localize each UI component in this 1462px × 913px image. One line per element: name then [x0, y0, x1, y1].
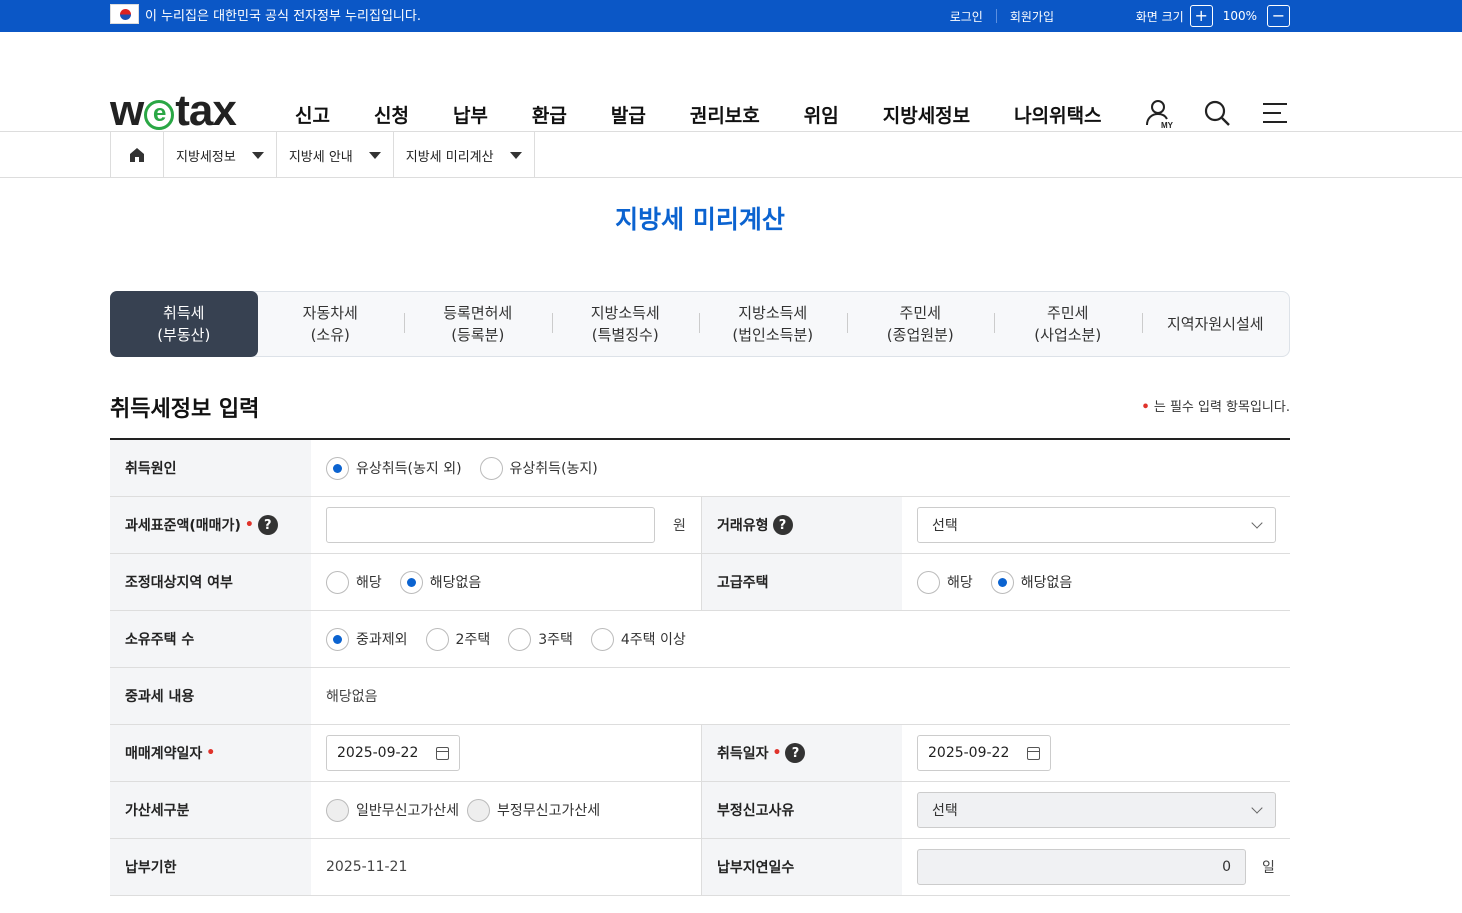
logo-e-icon: e — [144, 100, 175, 130]
breadcrumb: 지방세정보 지방세 안내 지방세 미리계산 — [110, 132, 535, 178]
login-link[interactable]: 로그인 — [937, 8, 996, 25]
tab-resident-employee[interactable]: 주민세 (종업원분) — [846, 292, 995, 356]
tab-local-income-withholding[interactable]: 지방소득세 (특별징수) — [551, 292, 700, 356]
breadcrumb-tax-calculator[interactable]: 지방세 미리계산 — [394, 132, 535, 178]
delay-label: 납부지연일수 — [701, 839, 902, 895]
caret-down-icon — [509, 151, 522, 159]
page-title: 지방세 미리계산 — [615, 205, 785, 234]
houses-radio-3[interactable]: 3주택 — [508, 627, 573, 651]
houses-radio-4plus[interactable]: 4주택 이상 — [590, 627, 686, 651]
nav-report[interactable]: 신고 — [295, 101, 330, 128]
help-icon[interactable]: ? — [772, 515, 793, 535]
signup-link[interactable]: 회원가입 — [997, 8, 1067, 25]
calendar-icon[interactable] — [1027, 746, 1040, 760]
nav-local-tax-info[interactable]: 지방세정보 — [883, 101, 970, 128]
zoom-in-button[interactable]: + — [1189, 5, 1213, 27]
home-icon[interactable] — [111, 132, 164, 178]
zoom-out-button[interactable]: − — [1267, 5, 1290, 27]
penalty-label: 가산세구분 — [110, 782, 311, 838]
main-nav: 신고 신청 납부 환급 발급 권리보호 위임 지방세정보 나의위택스 — [295, 101, 1146, 128]
caret-down-icon — [251, 151, 264, 159]
chevron-down-icon — [1251, 802, 1263, 814]
nav-issue[interactable]: 발급 — [611, 101, 646, 128]
penalty-radio-general[interactable]: 일반무신고가산세 — [326, 798, 459, 822]
houses-radio-2[interactable]: 2주택 — [425, 627, 490, 651]
calendar-icon[interactable] — [436, 746, 449, 760]
due-label: 납부기한 — [110, 839, 311, 895]
help-icon[interactable]: ? — [785, 743, 806, 763]
luxury-radio-yes[interactable]: 해당 — [917, 570, 973, 594]
nav-refund[interactable]: 환급 — [532, 101, 567, 128]
chevron-down-icon — [1251, 517, 1263, 529]
fraud-reason-select[interactable]: 선택 — [917, 792, 1276, 828]
day-unit: 일 — [1262, 860, 1275, 876]
nav-apply[interactable]: 신청 — [374, 101, 409, 128]
tab-registration-tax[interactable]: 등록면허세 (등록분) — [404, 292, 552, 356]
wetax-logo[interactable]: w e tax — [110, 86, 237, 136]
base-label: 과세표준액(매매가) •? — [110, 497, 311, 553]
delay-days-input: 0 — [917, 849, 1246, 885]
deal-type-label: 거래유형? — [701, 497, 902, 553]
korean-flag-icon — [110, 4, 139, 24]
due-value: 2025-11-21 — [326, 859, 408, 875]
won-unit: 원 — [673, 518, 686, 534]
tab-regional-resource-tax[interactable]: 지역자원시설세 — [1141, 292, 1290, 356]
screen-size-label: 화면 크기 — [1135, 9, 1184, 24]
svg-text:MY: MY — [1161, 121, 1174, 130]
gov-notice: 이 누리집은 대한민국 공식 전자정부 누리집입니다. — [145, 8, 421, 24]
tab-local-income-corporate[interactable]: 지방소득세 (법인소득분) — [699, 292, 847, 356]
acquisition-tax-form: 취득원인 유상취득(농지 외) 유상취득(농지) 과세표준액(매매가) •? 원 … — [110, 438, 1290, 896]
contract-date-input[interactable]: 2025-09-22 — [326, 735, 460, 771]
section-title: 취득세정보 입력 — [110, 397, 260, 422]
nav-pay[interactable]: 납부 — [453, 101, 488, 128]
tab-resident-business[interactable]: 주민세 (사업소분) — [994, 292, 1142, 356]
adjust-radio-no[interactable]: 해당없음 — [399, 570, 481, 594]
houses-radio-exempt[interactable]: 중과제외 — [326, 627, 408, 651]
heavy-value: 해당없음 — [326, 689, 378, 705]
houses-label: 소유주택 수 — [110, 611, 311, 667]
adjust-label: 조정대상지역 여부 — [110, 554, 311, 610]
heavy-label: 중과세 내용 — [110, 668, 311, 724]
luxury-radio-no[interactable]: 해당없음 — [990, 570, 1072, 594]
tab-vehicle-tax[interactable]: 자동차세 (소유) — [257, 292, 405, 356]
cause-radio-non-farmland[interactable]: 유상취득(농지 외) — [326, 456, 462, 480]
contract-date-label: 매매계약일자 • — [110, 725, 311, 781]
required-note: • 는 필수 입력 항목입니다. — [1141, 400, 1290, 415]
tab-acquisition-tax[interactable]: 취득세 (부동산) — [110, 291, 258, 357]
adjust-radio-yes[interactable]: 해당 — [326, 570, 382, 594]
gov-banner: 이 누리집은 대한민국 공식 전자정부 누리집입니다. 로그인 회원가입 화면 … — [0, 0, 1462, 32]
luxury-label: 고급주택 — [701, 554, 902, 610]
help-icon[interactable]: ? — [257, 515, 278, 535]
penalty-radio-fraud[interactable]: 부정무신고가산세 — [467, 798, 600, 822]
deal-type-select[interactable]: 선택 — [917, 507, 1276, 543]
caret-down-icon — [368, 151, 381, 159]
acq-date-label: 취득일자 •? — [701, 725, 902, 781]
fraud-reason-label: 부정신고사유 — [701, 782, 902, 838]
tax-type-tabs: 취득세 (부동산) 자동차세 (소유) 등록면허세 (등록분) 지방소득세 (특별징수)… — [110, 291, 1290, 357]
nav-my-wetax[interactable]: 나의위택스 — [1014, 101, 1101, 128]
zoom-level: 100% — [1222, 9, 1257, 23]
base-amount-input[interactable] — [326, 507, 655, 543]
my-user-icon[interactable]: MY — [1144, 98, 1174, 130]
nav-rights[interactable]: 권리보호 — [690, 101, 760, 128]
breadcrumb-local-tax-info[interactable]: 지방세정보 — [164, 132, 277, 178]
breadcrumb-local-tax-guide[interactable]: 지방세 안내 — [277, 132, 394, 178]
acq-date-input[interactable]: 2025-09-22 — [917, 735, 1051, 771]
nav-delegate[interactable]: 위임 — [804, 101, 839, 128]
cause-radio-farmland[interactable]: 유상취득(농지) — [479, 456, 598, 480]
menu-icon[interactable] — [1260, 98, 1290, 128]
cause-label: 취득원인 — [110, 440, 311, 496]
search-icon[interactable] — [1202, 98, 1232, 128]
